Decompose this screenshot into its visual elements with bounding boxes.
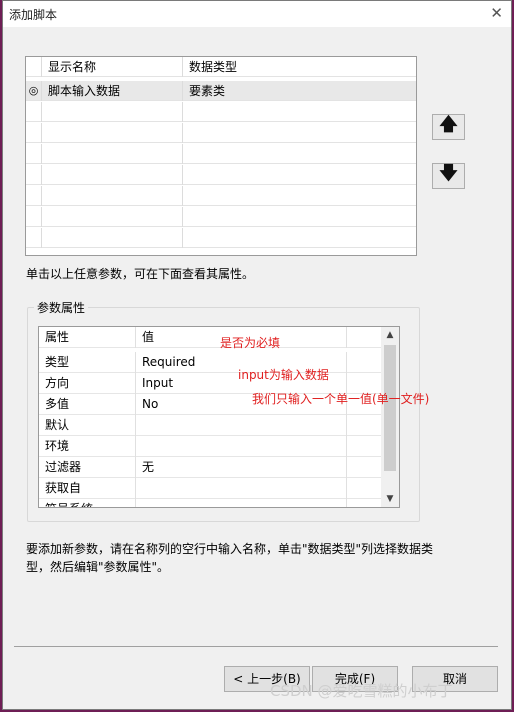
empty-table-row[interactable] bbox=[26, 165, 416, 185]
property-value[interactable]: 无 bbox=[137, 457, 347, 478]
column-header-display-name[interactable]: 显示名称 bbox=[43, 57, 183, 77]
move-up-button[interactable]: 🡅 bbox=[432, 114, 465, 140]
close-icon[interactable]: ✕ bbox=[490, 4, 503, 22]
property-value[interactable] bbox=[137, 436, 347, 457]
property-value[interactable] bbox=[137, 499, 347, 507]
scroll-up-icon[interactable]: ▲ bbox=[381, 327, 399, 343]
property-key: 获取自 bbox=[39, 478, 136, 499]
param-name-cell[interactable]: 脚本输入数据 bbox=[43, 81, 183, 101]
empty-table-row[interactable] bbox=[26, 144, 416, 164]
properties-scrollbar[interactable]: ▲ ▼ bbox=[381, 327, 399, 507]
row-selector-header bbox=[26, 57, 42, 77]
empty-table-row[interactable] bbox=[26, 102, 416, 122]
property-key: 方向 bbox=[39, 373, 136, 394]
param-type-cell[interactable]: 要素类 bbox=[184, 81, 416, 101]
column-header-data-type[interactable]: 数据类型 bbox=[184, 57, 416, 77]
scroll-down-icon[interactable]: ▼ bbox=[381, 491, 399, 507]
property-key: 默认 bbox=[39, 415, 136, 436]
column-header-property: 属性 bbox=[39, 327, 136, 348]
arrow-up-icon: 🡅 bbox=[439, 114, 458, 135]
window-title: 添加脚本 bbox=[9, 8, 58, 22]
property-key: 多值 bbox=[39, 394, 136, 415]
annotation-input: input为输入数据 bbox=[238, 368, 329, 382]
empty-table-row[interactable] bbox=[26, 228, 416, 248]
property-key: 符号系统 bbox=[39, 499, 136, 507]
properties-table[interactable]: 属性 值 类型 Required 方向 Input 多值 No 默认 环境 过滤… bbox=[38, 326, 400, 508]
parameter-hint-text: 单击以上任意参数，可在下面查看其属性。 bbox=[26, 267, 255, 281]
table-row[interactable]: 默认 bbox=[39, 415, 381, 436]
footer-divider bbox=[14, 646, 498, 647]
table-row[interactable]: 类型 Required bbox=[39, 352, 381, 373]
table-row[interactable]: ◎ 脚本输入数据 要素类 bbox=[26, 81, 416, 101]
parameter-table[interactable]: 显示名称 数据类型 ◎ 脚本输入数据 要素类 bbox=[25, 56, 417, 256]
property-key: 过滤器 bbox=[39, 457, 136, 478]
table-row[interactable]: 过滤器 无 bbox=[39, 457, 381, 478]
table-row[interactable]: 符号系统 bbox=[39, 499, 381, 507]
table-row[interactable]: 环境 bbox=[39, 436, 381, 457]
empty-table-row[interactable] bbox=[26, 207, 416, 227]
property-key: 类型 bbox=[39, 352, 136, 373]
empty-table-row[interactable] bbox=[26, 186, 416, 206]
property-value[interactable] bbox=[137, 478, 347, 499]
scrollbar-thumb[interactable] bbox=[384, 345, 396, 471]
annotation-required: 是否为必填 bbox=[220, 336, 281, 350]
property-value[interactable] bbox=[137, 415, 347, 436]
property-key: 环境 bbox=[39, 436, 136, 457]
title-bar: 添加脚本 ✕ bbox=[3, 1, 511, 27]
parameter-properties-label: 参数属性 bbox=[34, 299, 89, 316]
add-parameter-hint-text: 要添加新参数，请在名称列的空行中输入名称，单击"数据类型"列选择数据类型，然后编… bbox=[26, 542, 434, 574]
row-marker-icon: ◎ bbox=[26, 81, 42, 101]
arrow-down-icon: 🡇 bbox=[439, 163, 458, 184]
csdn-watermark: CSDN @爱吃雪糕的小布丁 bbox=[270, 682, 453, 700]
table-row[interactable]: 获取自 bbox=[39, 478, 381, 499]
parameter-table-header: 显示名称 数据类型 bbox=[26, 57, 416, 77]
properties-header: 属性 值 bbox=[39, 327, 381, 348]
annotation-single-value: 我们只输入一个单一值(单一文件) bbox=[252, 392, 430, 406]
move-down-button[interactable]: 🡇 bbox=[432, 163, 465, 189]
empty-table-row[interactable] bbox=[26, 123, 416, 143]
